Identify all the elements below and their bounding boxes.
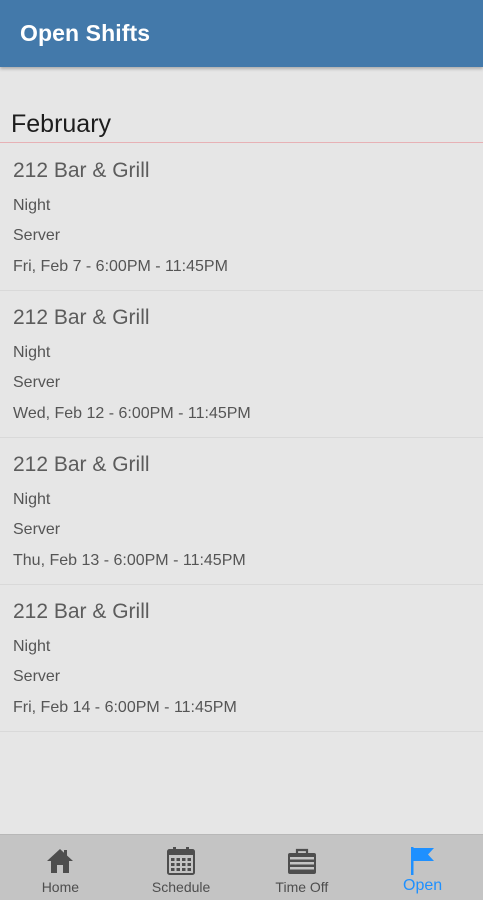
tab-schedule-label: Schedule	[151, 879, 211, 895]
shift-role: Server	[13, 668, 61, 685]
shift-venue: 212 Bar & Grill	[13, 453, 150, 476]
shift-venue: 212 Bar & Grill	[13, 600, 150, 623]
tab-home[interactable]: Home	[0, 835, 121, 900]
app-screen: Open Shifts February 212 Bar & Grill Nig…	[0, 0, 483, 900]
tab-time-off[interactable]: Time Off	[242, 835, 363, 900]
shift-period: Night	[13, 638, 51, 655]
page-title: Open Shifts	[20, 20, 151, 46]
tab-time-off-label: Time Off	[275, 879, 329, 895]
shift-venue: 212 Bar & Grill	[13, 306, 150, 329]
shift-item[interactable]: 212 Bar & Grill Night Server Fri, Feb 7 …	[0, 144, 483, 291]
tab-open-label: Open	[403, 877, 443, 894]
shift-period: Night	[13, 491, 51, 508]
flag-icon	[407, 845, 439, 877]
shift-item[interactable]: 212 Bar & Grill Night Server Wed, Feb 12…	[0, 291, 483, 438]
shift-period: Night	[13, 344, 51, 361]
shift-list: 212 Bar & Grill Night Server Fri, Feb 7 …	[0, 144, 483, 732]
shift-item[interactable]: 212 Bar & Grill Night Server Fri, Feb 14…	[0, 585, 483, 732]
shift-venue: 212 Bar & Grill	[13, 159, 150, 182]
app-header: Open Shifts	[0, 0, 483, 67]
shift-role: Server	[13, 374, 61, 391]
shift-time: Fri, Feb 7 - 6:00PM - 11:45PM	[13, 258, 228, 275]
month-section-header: February	[0, 107, 483, 143]
shift-role: Server	[13, 521, 61, 538]
shift-item[interactable]: 212 Bar & Grill Night Server Thu, Feb 13…	[0, 438, 483, 585]
shift-period: Night	[13, 197, 51, 214]
shift-list-view[interactable]: February 212 Bar & Grill Night Server Fr…	[0, 67, 483, 834]
tab-home-label: Home	[41, 879, 80, 895]
shift-time: Wed, Feb 12 - 6:00PM - 11:45PM	[13, 405, 251, 422]
shift-time: Fri, Feb 14 - 6:00PM - 11:45PM	[13, 699, 237, 716]
home-icon	[44, 845, 76, 877]
shift-time: Thu, Feb 13 - 6:00PM - 11:45PM	[13, 552, 246, 569]
month-title: February	[11, 110, 112, 138]
shift-role: Server	[13, 227, 61, 244]
briefcase-icon	[286, 845, 318, 877]
calendar-icon	[165, 845, 197, 877]
tab-schedule[interactable]: Schedule	[121, 835, 242, 900]
tab-open[interactable]: Open	[362, 835, 483, 900]
bottom-tab-bar: Home Schedule Time Off Open	[0, 834, 483, 900]
